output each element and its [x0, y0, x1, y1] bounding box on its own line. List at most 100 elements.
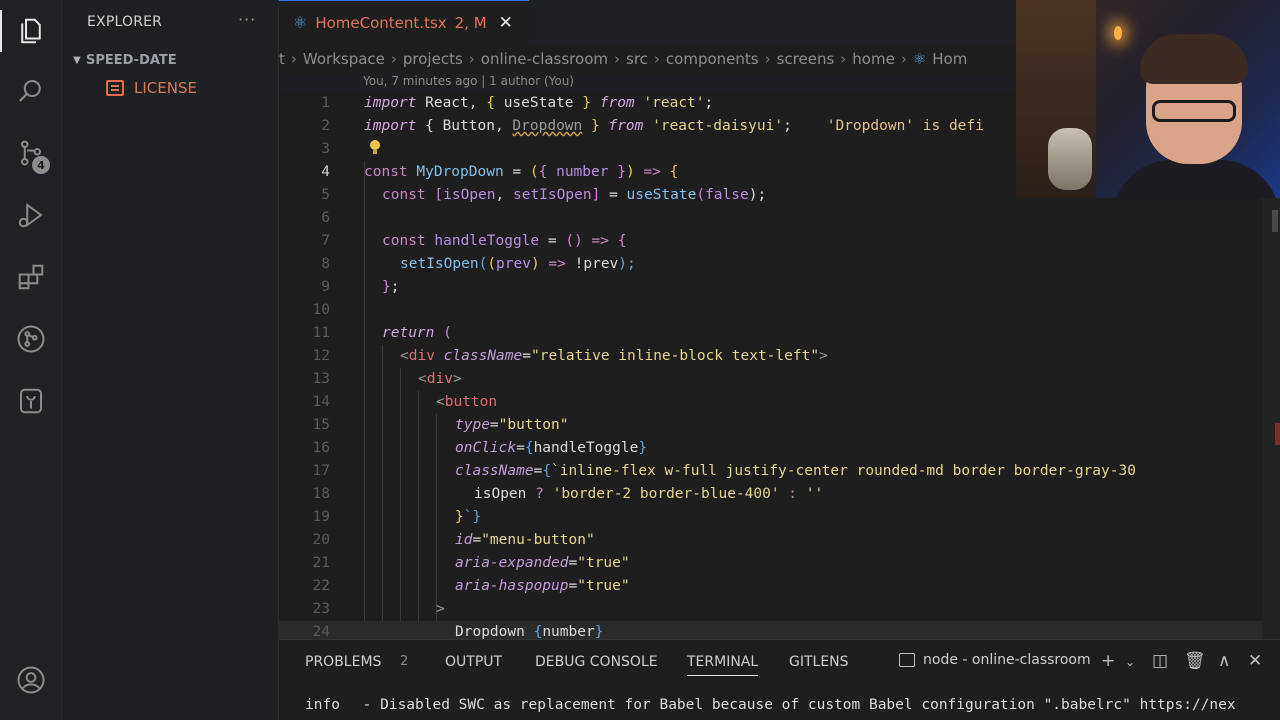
chevron-down-icon[interactable]: ⌄ [1125, 655, 1135, 669]
breadcrumb-item[interactable]: home [852, 50, 895, 68]
token: React, [416, 95, 487, 111]
tab-output[interactable]: OUTPUT [445, 654, 502, 670]
line-number: 11 [312, 325, 330, 341]
token: id [455, 532, 473, 548]
token: { [533, 624, 543, 639]
token: setIsOpen [400, 256, 479, 272]
token: `inline-flex w-full justify-center round… [551, 463, 1136, 479]
token: } [382, 279, 391, 295]
minimap-slider[interactable] [1272, 210, 1278, 232]
token: Dropdown [512, 118, 583, 134]
line-number: 9 [321, 279, 330, 295]
account-icon[interactable] [0, 655, 62, 705]
chevron-down-icon: ▼ [73, 54, 81, 66]
line-number: 12 [312, 348, 330, 364]
token: button [444, 394, 498, 410]
token: : [779, 486, 806, 502]
terminal-selector[interactable]: node - online-classroom [899, 652, 1091, 668]
token: number [547, 164, 618, 180]
breadcrumb-item[interactable]: Workspace [303, 50, 385, 68]
webcam-background-lamp [1114, 26, 1122, 40]
code-line: 10 [279, 299, 1280, 322]
token: { [524, 440, 534, 456]
terminal-name: node - online-classroom [923, 652, 1091, 668]
token: { [617, 233, 627, 249]
token: onClick [455, 440, 517, 456]
token: { Button, [416, 118, 513, 134]
token: from [608, 118, 644, 134]
token: > [436, 601, 445, 617]
search-icon[interactable] [0, 66, 62, 116]
line-number: 2 [321, 118, 330, 134]
new-terminal-icon[interactable]: + [1101, 651, 1115, 671]
token: Dropdown [455, 624, 534, 639]
token: `} [463, 509, 482, 525]
token: "true" [577, 578, 630, 594]
maximize-panel-icon[interactable]: ∧ [1218, 651, 1230, 671]
tab-gitlens[interactable]: GITLENS [789, 654, 849, 670]
bottom-panel: PROBLEMS 2 OUTPUT DEBUG CONSOLE TERMINAL… [279, 639, 1280, 720]
breadcrumb-item[interactable]: t [279, 50, 285, 68]
token: false [705, 187, 749, 203]
minimap-error-marker [1275, 423, 1280, 445]
code-line: 18 isOpen ? 'border-2 border-blue-400' : … [279, 483, 1280, 506]
line-number: 6 [321, 210, 330, 226]
file-license[interactable]: LICENSE [106, 77, 197, 99]
token: div [408, 348, 435, 364]
tab-terminal[interactable]: TERMINAL [687, 654, 759, 676]
trash-icon[interactable]: 🗑 [1184, 651, 1206, 671]
token: import [364, 95, 417, 111]
folder-speed-date[interactable]: ▼ SPEED-DATE [68, 50, 177, 70]
token: { [542, 463, 552, 479]
terminal-icon [899, 653, 915, 667]
explorer-files-icon[interactable] [0, 6, 62, 56]
more-actions-icon[interactable]: ··· [238, 10, 256, 29]
token: const [382, 233, 426, 249]
line-number: 1 [321, 95, 330, 111]
database-icon[interactable] [0, 376, 62, 426]
breadcrumb-item[interactable]: components [666, 50, 759, 68]
breadcrumb-item[interactable]: screens [777, 50, 835, 68]
source-control-icon[interactable]: 4 [0, 128, 62, 178]
token: = [503, 164, 530, 180]
git-graph-icon[interactable] [0, 314, 62, 364]
token: "relative inline-block text-left" [530, 348, 820, 364]
run-debug-icon[interactable] [0, 190, 62, 240]
git-blame-codelens[interactable]: You, 7 minutes ago | 1 author (You) [363, 74, 574, 88]
token: "menu-button" [481, 532, 595, 548]
split-terminal-icon[interactable]: ◫ [1152, 651, 1168, 671]
code-line: 19}`} [279, 506, 1280, 529]
token: > [819, 348, 828, 364]
code-line: 11 return ( [279, 322, 1280, 345]
file-label: LICENSE [134, 79, 197, 97]
token: 'react' [634, 95, 705, 111]
tab-problems[interactable]: PROBLEMS [305, 654, 381, 670]
tab-status: 2, M [454, 13, 487, 32]
token: type [455, 417, 490, 433]
token: } [582, 118, 609, 134]
source-control-badge: 4 [32, 156, 50, 174]
token: ; [704, 95, 714, 111]
token: ( [529, 164, 539, 180]
token: setIsOpen [512, 187, 592, 203]
breadcrumb-item[interactable]: projects [403, 50, 463, 68]
close-tab-icon[interactable]: ✕ [499, 13, 513, 33]
breadcrumb-item[interactable]: online-classroom [481, 50, 608, 68]
token: div [426, 371, 453, 387]
tab-debug-console[interactable]: DEBUG CONSOLE [535, 654, 658, 670]
close-panel-icon[interactable]: ✕ [1248, 651, 1262, 671]
breadcrumb-item[interactable]: Hom [932, 50, 967, 68]
token: ); [618, 256, 636, 272]
token: } [617, 164, 626, 180]
code-line: 12 <div className="relative inline-block … [279, 345, 1280, 368]
code-line: 21 aria-expanded="true" [279, 552, 1280, 575]
extensions-icon[interactable] [0, 252, 62, 302]
breadcrumb-item[interactable]: src [626, 50, 648, 68]
line-number: 23 [312, 601, 330, 617]
token: } [638, 440, 648, 456]
terminal-log-level: info [305, 697, 340, 713]
token: { [669, 164, 679, 180]
line-number: 13 [312, 371, 330, 387]
tab-homecontent[interactable]: ⚛ HomeContent.tsx 2, M ✕ [279, 0, 529, 44]
line-number: 5 [321, 187, 330, 203]
